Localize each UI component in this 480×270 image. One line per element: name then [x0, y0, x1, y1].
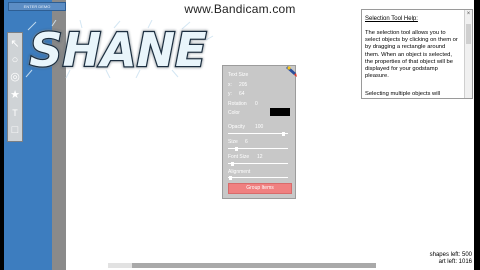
shane-logo[interactable]: SHANE: [22, 20, 214, 78]
alignment-label: Alignment: [228, 169, 251, 175]
alignment-slider-track[interactable]: [228, 177, 288, 178]
help-title: Selection Tool Help:: [365, 16, 418, 22]
font-size-label: Font Size: [228, 154, 250, 160]
opacity-slider-knob[interactable]: [282, 131, 286, 136]
circle-tool-icon[interactable]: ◎: [9, 70, 21, 84]
opacity-slider-track[interactable]: [228, 133, 288, 134]
opacity-label: Opacity: [228, 124, 245, 130]
art-left-text: art left: 1016: [438, 259, 472, 265]
y-value-field[interactable]: 64: [239, 91, 245, 97]
properties-panel: Text Size x: 205 y: 64 Rotation 0 Color …: [222, 65, 296, 199]
ellipse-tool-icon[interactable]: ○: [9, 53, 21, 67]
horizontal-scrollbar[interactable]: [108, 263, 376, 268]
color-picker-icon[interactable]: [285, 65, 299, 77]
font-size-value-field[interactable]: 12: [257, 154, 263, 160]
x-label: x:: [228, 82, 232, 88]
help-body-text: The selection tool allows you to select …: [365, 30, 458, 80]
size-slider-knob[interactable]: [234, 146, 238, 151]
shapes-left-text: shapes left: 500: [429, 252, 472, 258]
text-tool-icon[interactable]: T: [9, 106, 21, 120]
horizontal-scrollbar-thumb[interactable]: [132, 263, 376, 268]
right-black-border: [474, 0, 480, 270]
y-label: y:: [228, 91, 232, 97]
help-scrollbar[interactable]: ×: [464, 10, 472, 98]
font-size-slider-track[interactable]: [228, 163, 288, 164]
cursor-tool-icon[interactable]: ↖: [9, 37, 21, 51]
alignment-slider-knob[interactable]: [229, 175, 233, 180]
help-more-text: Selecting multiple objects will: [365, 91, 441, 97]
color-label: Color: [228, 110, 240, 116]
stats-readout: shapes left: 500 art left: 1016: [430, 252, 472, 266]
text-size-label: Text Size: [228, 72, 249, 78]
color-swatch[interactable]: [270, 108, 290, 116]
enter-demo-button[interactable]: ENTER DEMO: [8, 2, 66, 11]
watermark-text: www.Bandicam.com: [184, 2, 296, 16]
rotation-label: Rotation: [228, 101, 247, 107]
logo-text: SHANE: [29, 23, 206, 77]
group-items-button[interactable]: Group Items: [228, 183, 292, 194]
x-value-field[interactable]: 205: [239, 82, 247, 88]
size-label: Size: [228, 139, 238, 145]
close-icon[interactable]: ×: [466, 11, 471, 17]
help-scrollbar-thumb[interactable]: [466, 24, 471, 44]
font-size-slider-knob[interactable]: [230, 161, 234, 166]
star-tool-icon[interactable]: ★: [9, 88, 21, 102]
rotation-value-field[interactable]: 0: [255, 101, 258, 107]
rect-tool-icon[interactable]: □: [9, 123, 21, 137]
opacity-value-field[interactable]: 100: [255, 124, 263, 130]
size-value-field[interactable]: 6: [245, 139, 248, 145]
help-panel: Selection Tool Help: The selection tool …: [361, 9, 473, 99]
tool-palette: ↖ ○ ◎ ★ T □: [7, 32, 23, 142]
